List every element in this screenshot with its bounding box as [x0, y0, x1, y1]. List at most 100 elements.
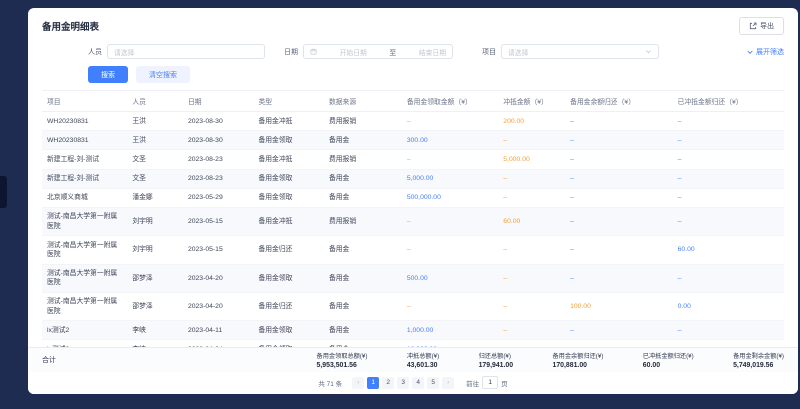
- table-cell: 2023-08-30: [183, 112, 253, 131]
- prev-page-button[interactable]: ‹: [352, 377, 364, 389]
- table-row: 测试-南昌大学第一附属医院刘宇明2023-05-15备用金归还备用金–––60.…: [42, 236, 784, 264]
- table-cell: –: [402, 150, 498, 169]
- card-header: 备用金明细表 导出: [28, 8, 798, 42]
- page-number-button[interactable]: 1: [367, 377, 379, 389]
- next-page-button[interactable]: ›: [442, 377, 454, 389]
- table-cell: 备用金冲抵: [253, 150, 323, 169]
- table-cell: 5,000.00: [402, 169, 498, 188]
- table-cell: 2023-08-23: [183, 150, 253, 169]
- filter-actions: 搜索 清空搜索: [28, 61, 798, 90]
- table-cell: 0.00: [673, 292, 784, 320]
- table-cell: 备用金领取: [253, 340, 323, 347]
- table-cell: 备用金领取: [253, 169, 323, 188]
- table-cell: 60.00: [673, 236, 784, 264]
- table-cell: –: [498, 236, 565, 264]
- project-filter-label: 项目: [482, 47, 496, 57]
- person-filter-select[interactable]: 请选择: [107, 44, 265, 59]
- table-row: WH20230831王洪2023-08-30备用金冲抵费用报销–200.00––: [42, 112, 784, 131]
- export-button-label: 导出: [760, 21, 774, 31]
- table-cell: 新建工程-刘-测试: [42, 150, 127, 169]
- table-cell: 测试-南昌大学第一附属医院: [42, 236, 127, 264]
- sidebar-collapse-handle[interactable]: [0, 176, 7, 208]
- chevron-down-icon: [645, 48, 652, 55]
- table-cell: –: [498, 169, 565, 188]
- page-jump-input[interactable]: 1: [482, 376, 498, 389]
- search-button[interactable]: 搜索: [88, 66, 128, 83]
- table-cell: 备用金冲抵: [253, 207, 323, 235]
- table-cell: 500,000.00: [402, 188, 498, 207]
- expand-filters-link[interactable]: 展开筛选: [746, 47, 784, 57]
- table-cell: 200.00: [498, 112, 565, 131]
- table-row: 新建工程-刘-测试文圣2023-08-23备用金领取备用金5,000.00–––: [42, 169, 784, 188]
- summary-item-value: 5,953,501.56: [317, 362, 368, 369]
- table-cell: 5,000.00: [498, 150, 565, 169]
- column-header: 备用金领取金额（¥）: [402, 91, 498, 112]
- table-cell: 备用金: [324, 292, 402, 320]
- project-filter-select[interactable]: 请选择: [501, 44, 659, 59]
- date-range-picker[interactable]: 开始日期 至 结束日期: [303, 44, 453, 59]
- table-cell: –: [402, 236, 498, 264]
- calendar-icon: [310, 48, 317, 55]
- table-cell: –: [498, 188, 565, 207]
- table-cell: 备用金领取: [253, 131, 323, 150]
- table-cell: 王洪: [127, 131, 183, 150]
- table-cell: 潘金娜: [127, 188, 183, 207]
- table-cell: –: [673, 150, 784, 169]
- table-cell: 60.00: [498, 207, 565, 235]
- date-filter-label: 日期: [284, 47, 298, 57]
- summary-item-label: 备用金领取总额(¥): [317, 351, 368, 360]
- table-cell: 文圣: [127, 169, 183, 188]
- table-cell: 李峡: [127, 340, 183, 347]
- table-cell: 备用金: [324, 169, 402, 188]
- summary-item-label: 备用金余额归还(¥): [553, 351, 604, 360]
- export-button[interactable]: 导出: [739, 17, 784, 35]
- table-cell: 邵梦泽: [127, 264, 183, 292]
- table-row: lx测试2李峡2023-04-11备用金领取备用金1,000.00–––: [42, 321, 784, 340]
- person-filter-label: 人员: [88, 47, 102, 57]
- table-cell: 备用金冲抵: [253, 112, 323, 131]
- table-cell: 备用金领取: [253, 188, 323, 207]
- date-filter-group: 日期 开始日期 至 结束日期: [284, 44, 463, 59]
- table-cell: –: [673, 321, 784, 340]
- table-cell: 测试-南昌大学第一附属医院: [42, 207, 127, 235]
- summary-item: 备用金剩余金额(¥)5,749,019.56: [733, 351, 784, 369]
- page-number-button[interactable]: 3: [397, 377, 409, 389]
- table-cell: 备用金领取: [253, 321, 323, 340]
- table-cell: –: [565, 207, 673, 235]
- table-row: 测试-南昌大学第一附属医院邵梦泽2023-04-20备用金领取备用金500.00…: [42, 264, 784, 292]
- table-cell: 100.00: [565, 292, 673, 320]
- table-cell: 备用金归还: [253, 236, 323, 264]
- table-row: lx测试2李峡2023-04-04备用金领取备用金10,000.00–––: [42, 340, 784, 347]
- table-row: 北京顺义商城潘金娜2023-05-29备用金领取备用金500,000.00–––: [42, 188, 784, 207]
- table-cell: 备用金: [324, 188, 402, 207]
- column-header: 已冲抵金额归还（¥）: [673, 91, 784, 112]
- table-cell: WH20230831: [42, 112, 127, 131]
- table-cell: 刘宇明: [127, 207, 183, 235]
- page-number-button[interactable]: 2: [382, 377, 394, 389]
- table-cell: –: [498, 340, 565, 347]
- page-number-button[interactable]: 4: [412, 377, 424, 389]
- table-cell: 王洪: [127, 112, 183, 131]
- table-cell: –: [565, 112, 673, 131]
- summary-items: 备用金领取总额(¥)5,953,501.56冲抵总额(¥)43,601.30归还…: [317, 351, 784, 369]
- filter-bar: 人员 请选择 日期 开始日期 至 结束日期 项目 请选择: [28, 42, 798, 61]
- table-cell: 备用金: [324, 340, 402, 347]
- table-cell: 文圣: [127, 150, 183, 169]
- table-cell: –: [565, 264, 673, 292]
- summary-item-label: 归还总额(¥): [479, 351, 514, 360]
- table-cell: –: [565, 188, 673, 207]
- table-cell: 费用报销: [324, 112, 402, 131]
- table-cell: –: [498, 292, 565, 320]
- table-cell: 2023-05-15: [183, 236, 253, 264]
- page-number-button[interactable]: 5: [427, 377, 439, 389]
- data-table: 项目人员日期类型数据来源备用金领取金额（¥）冲抵金额（¥）备用金余额归还（¥）已…: [28, 90, 798, 347]
- table-cell: –: [565, 150, 673, 169]
- pagination: 共 71 条 ‹ 12345 › 前往 1 页: [28, 372, 798, 394]
- summary-item-value: 179,941.00: [479, 362, 514, 369]
- table-cell: –: [565, 169, 673, 188]
- table-cell: –: [565, 131, 673, 150]
- clear-search-button[interactable]: 清空搜索: [136, 66, 190, 83]
- table-cell: –: [402, 112, 498, 131]
- page-number-list: 12345: [367, 377, 439, 389]
- table-cell: –: [498, 321, 565, 340]
